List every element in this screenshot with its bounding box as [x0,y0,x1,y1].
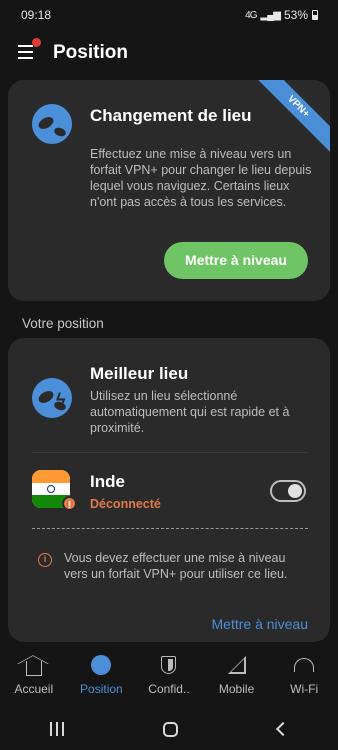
upgrade-notice: Vous devez effectuer une mise à niveau v… [64,551,288,581]
vpn-plus-badge: VPN+ [249,80,330,156]
nav-item-wifi[interactable]: Wi-Fi [273,650,335,696]
menu-button[interactable] [18,45,36,61]
page-title: Position [53,42,128,63]
nav-item-home[interactable]: Accueil [3,650,65,696]
status-icons: 4G ▂▄▆ 53% [245,8,318,22]
back-button[interactable] [276,721,291,737]
shield-icon [158,654,180,676]
fast-globe-icon: ϟ [32,378,72,418]
nav-label: Confid.. [148,682,190,696]
network-label: 4G [245,9,257,21]
globe-icon [90,654,112,676]
position-card: ϟ Meilleur lieu Utilisez un lieu sélecti… [8,338,330,642]
info-icon: i [38,553,52,567]
upgrade-card-description: Effectuez une mise à niveau vers un forf… [90,147,312,209]
system-navigation [0,712,338,746]
nav-label: Wi-Fi [290,682,319,696]
best-location-row[interactable]: ϟ Meilleur lieu Utilisez un lieu sélecti… [8,338,330,450]
home-button[interactable] [163,721,179,737]
notification-dot [32,38,41,47]
upgrade-link[interactable]: Mettre à niveau [212,616,309,632]
status-bar: 09:18 4G ▂▄▆ 53% [0,0,338,30]
nav-label: Mobile [218,682,255,696]
upgrade-card-title: Changement de lieu [90,106,252,125]
mobile-signal-icon [226,654,248,676]
toggle-knob [288,484,302,498]
nav-label: Position [80,682,123,696]
globe-icon [32,104,72,144]
status-time: 09:18 [21,8,52,22]
connection-status: Déconnecté [90,497,161,511]
menu-icon [18,45,33,47]
upgrade-card: VPN+ Changement de lieu Effectuez une mi… [8,80,330,301]
section-label-position: Votre position [22,316,104,331]
divider [32,452,308,453]
location-toggle[interactable] [270,480,306,502]
bottom-navigation: Accueil Position Confid.. Mobile Wi-Fi [0,650,338,702]
wifi-icon [293,654,315,676]
nav-item-mobile[interactable]: Mobile [206,650,268,696]
battery-icon [312,10,318,20]
signal-icon: ▂▄▆ [260,9,281,21]
top-bar: Position [0,36,338,72]
country-name: Inde [90,472,125,491]
nav-label: Accueil [14,682,54,696]
warning-icon: ! [62,496,77,511]
best-location-description: Utilisez un lieu sélectionné automatique… [90,389,290,435]
nav-item-privacy[interactable]: Confid.. [138,650,200,696]
home-icon [23,654,45,676]
dotted-divider [32,528,308,529]
best-location-title: Meilleur lieu [90,364,189,383]
recents-button[interactable] [49,722,64,736]
upgrade-button[interactable]: Mettre à niveau [164,242,308,279]
battery-percent: 53% [283,8,308,22]
nav-item-position[interactable]: Position [70,650,132,696]
